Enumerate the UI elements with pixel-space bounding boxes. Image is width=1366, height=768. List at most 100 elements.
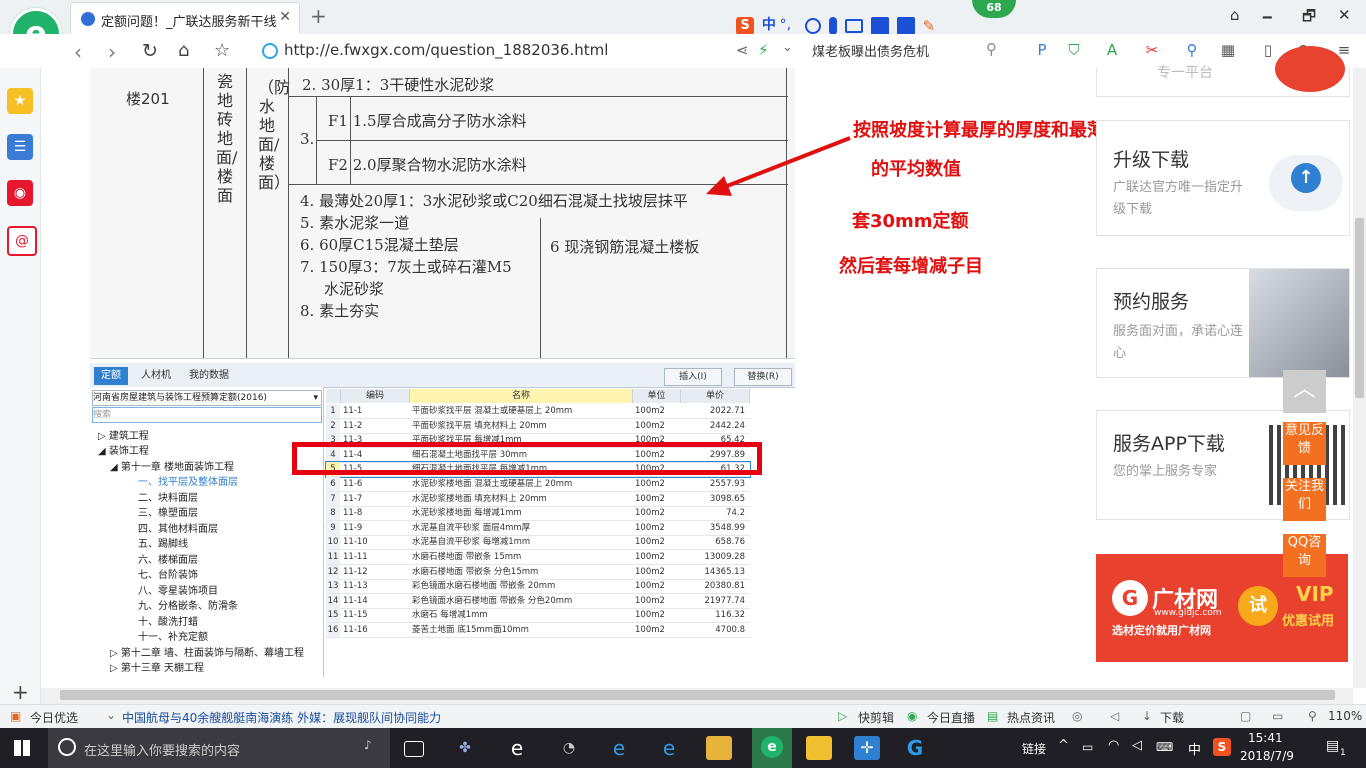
qq-consult-button[interactable]: QQ咨询: [1283, 534, 1326, 577]
favorites-icon[interactable]: ★: [7, 88, 33, 114]
notification-icon[interactable]: ▤: [1326, 738, 1339, 754]
windows-start-icon[interactable]: [14, 740, 30, 756]
sound-icon[interactable]: ◁: [1110, 709, 1119, 723]
home-icon[interactable]: ⌂: [178, 40, 189, 61]
browser-taskbar-icon[interactable]: e: [752, 728, 792, 768]
table-row[interactable]: 14 11-14 彩色镜面水磨石楼地面 带嵌条 分色20mm 100m2 21977.7…: [326, 593, 750, 609]
wifi-icon[interactable]: ◠: [1108, 738, 1119, 753]
tree-item[interactable]: 八、零星装饰项目: [138, 582, 218, 597]
edge-browser-icon[interactable]: e: [504, 736, 530, 760]
keyboard-icon[interactable]: [845, 18, 864, 33]
tree-item[interactable]: ▷ 建筑工程: [98, 427, 149, 442]
shirt-icon[interactable]: [896, 16, 915, 35]
pinwheel-icon[interactable]: ✤: [452, 736, 478, 760]
tree-item-selected[interactable]: 一、找平层及整体面层: [138, 473, 238, 488]
clock-date[interactable]: 2018/7/9: [1240, 749, 1294, 763]
tree-item[interactable]: 六、楼梯面层: [138, 551, 198, 566]
site-security-icon[interactable]: [262, 43, 278, 59]
upgrade-card[interactable]: 升级下载 广联达官方唯一指定升级下载 ↑: [1096, 120, 1350, 236]
shield-icon[interactable]: ⛉: [1064, 41, 1084, 61]
follow-button[interactable]: 关注我们: [1283, 478, 1326, 521]
folder-icon[interactable]: [706, 736, 732, 760]
tree-item[interactable]: 十一、补充定额: [138, 628, 208, 643]
swirl-app-icon[interactable]: ◔: [556, 736, 582, 760]
tree-item[interactable]: ◢ 第十一章 楼地面装饰工程: [110, 458, 234, 473]
taskbar-search-input[interactable]: 在这里输入你要搜索的内容: [84, 740, 240, 759]
vertical-scroll-thumb[interactable]: [1355, 218, 1364, 398]
microphone-icon[interactable]: ♪: [364, 738, 372, 752]
microphone-icon[interactable]: [829, 16, 838, 35]
close-button[interactable]: ✕: [1338, 6, 1351, 24]
search-input[interactable]: 煤老板曝出债务危机: [812, 41, 1007, 61]
shirt-skin-icon[interactable]: ⌂: [1230, 6, 1240, 24]
sogou-icon[interactable]: S: [736, 16, 754, 35]
refresh-icon[interactable]: ↻: [142, 40, 158, 62]
tree-item[interactable]: 十、酸洗打蜡: [138, 613, 198, 628]
today-picks[interactable]: 今日优选: [30, 709, 78, 726]
browser-tab[interactable]: 定额问题！_广联达服务新干线 ✕: [70, 2, 300, 35]
email-icon[interactable]: @: [7, 226, 37, 256]
share-icon[interactable]: ⋖: [736, 41, 749, 59]
tree-item[interactable]: ▷ 第十二章 墙、柱面装饰与隔断、幕墙工程: [110, 644, 304, 659]
taskbar-search[interactable]: 在这里输入你要搜索的内容 ♪: [48, 728, 390, 768]
tree-item[interactable]: 七、台阶装饰: [138, 566, 198, 581]
restore-button[interactable]: 🗗: [1302, 6, 1316, 31]
search-icon[interactable]: ⚲: [986, 40, 997, 58]
weibo-icon[interactable]: ◉: [7, 180, 33, 206]
insert-button[interactable]: 插入(I): [664, 368, 722, 386]
tab-my-data[interactable]: 我的数据: [186, 367, 232, 385]
table-row[interactable]: 9 11-9 水泥基自流平砂浆 面层4mm厚 100m2 3548.99: [326, 520, 750, 536]
col-header-code[interactable]: 编码: [341, 389, 410, 403]
tree-item[interactable]: 三、橡塑面层: [138, 504, 198, 519]
url-input[interactable]: http://e.fwxgx.com/question_1882036.html: [284, 41, 608, 59]
battery-icon[interactable]: ▭: [1082, 740, 1093, 754]
table-row[interactable]: 15 11-15 水磨石 每增减1mm 100m2 116.32: [326, 608, 750, 624]
horizontal-scroll-thumb[interactable]: [60, 690, 1335, 700]
col-header-unit[interactable]: 单位: [633, 389, 681, 403]
download-link[interactable]: 下载: [1160, 709, 1184, 726]
tree-item[interactable]: ◢ 装饰工程: [98, 442, 149, 457]
table-row[interactable]: 16 11-16 菱苦土地面 底15mm面10mm 100m2 4700.8: [326, 623, 750, 638]
wrench-icon[interactable]: ✎: [923, 17, 941, 35]
favorite-star-icon[interactable]: ☆: [214, 40, 230, 61]
task-view-icon[interactable]: [404, 741, 424, 757]
table-row[interactable]: 10 11-10 水泥基自流平砂浆 每增减1mm 100m2 658.76: [326, 535, 750, 551]
reading-icon[interactable]: ▭: [1272, 709, 1283, 723]
feedback-button[interactable]: 意见反馈: [1283, 422, 1326, 465]
magnifier-icon[interactable]: ⚲: [1182, 41, 1202, 61]
zoom-level[interactable]: 110%: [1328, 709, 1362, 723]
tree-search-input[interactable]: 搜索: [92, 407, 322, 423]
keyboard-icon[interactable]: ⌨: [1156, 740, 1173, 754]
list-icon[interactable]: ☰: [7, 134, 33, 160]
tab-close-button[interactable]: ✕: [279, 9, 291, 25]
lightning-icon[interactable]: ⚡: [758, 41, 769, 59]
speed-icon[interactable]: ◎: [1072, 709, 1082, 723]
notes-icon[interactable]: [806, 736, 832, 760]
punctuation-icon[interactable]: °,: [780, 17, 798, 35]
table-row[interactable]: 7 11-7 水泥砂浆楼地面 填充材料上 20mm 100m2 3098.65: [326, 491, 750, 507]
top-card[interactable]: 专一平台: [1096, 46, 1350, 97]
replace-button[interactable]: 替换(R): [734, 368, 792, 386]
table-row[interactable]: 2 11-2 平面砂浆找平层 填充材料上 20mm 100m2 2442.24: [326, 418, 750, 434]
volume-icon[interactable]: ◁: [1132, 738, 1142, 753]
sogou-tray-icon[interactable]: S: [1213, 738, 1231, 756]
plus-app-icon[interactable]: ✛: [854, 736, 880, 760]
quota-book-select[interactable]: 河南省房屋建筑与装饰工程预算定额(2016) ▾: [92, 390, 322, 406]
mobile-icon[interactable]: ▯: [1258, 41, 1278, 61]
chevron-down-icon[interactable]: ⌄: [106, 708, 116, 722]
clock-time[interactable]: 15:41: [1248, 731, 1283, 745]
ime-lang-label[interactable]: 中: [762, 17, 776, 33]
booking-card[interactable]: 预约服务 服务面对面，承诺心连心: [1096, 268, 1350, 378]
glodon-icon[interactable]: G: [902, 736, 928, 760]
table-row[interactable]: 13 11-13 彩色镜面水磨石楼地面 带嵌条 20mm 100m2 20380.81: [326, 579, 750, 595]
tab-materials[interactable]: 人材机: [134, 367, 178, 385]
translate-icon[interactable]: A: [1102, 41, 1122, 61]
link-label[interactable]: 链接: [1022, 740, 1046, 757]
tree-item[interactable]: 二、块料面层: [138, 489, 198, 504]
news-ticker[interactable]: 中国航母与40余艘舰艇南海演练 外媒：展现舰队间协同能力: [122, 709, 441, 726]
ie2-icon[interactable]: e: [656, 736, 682, 760]
hot-news-link[interactable]: 热点资讯: [1007, 709, 1055, 726]
quick-edit-link[interactable]: 快剪辑: [858, 709, 894, 726]
table-row[interactable]: 12 11-12 水磨石楼地面 带嵌条 分色15mm 100m2 14365.13: [326, 564, 750, 580]
live-link[interactable]: 今日直播: [927, 709, 975, 726]
